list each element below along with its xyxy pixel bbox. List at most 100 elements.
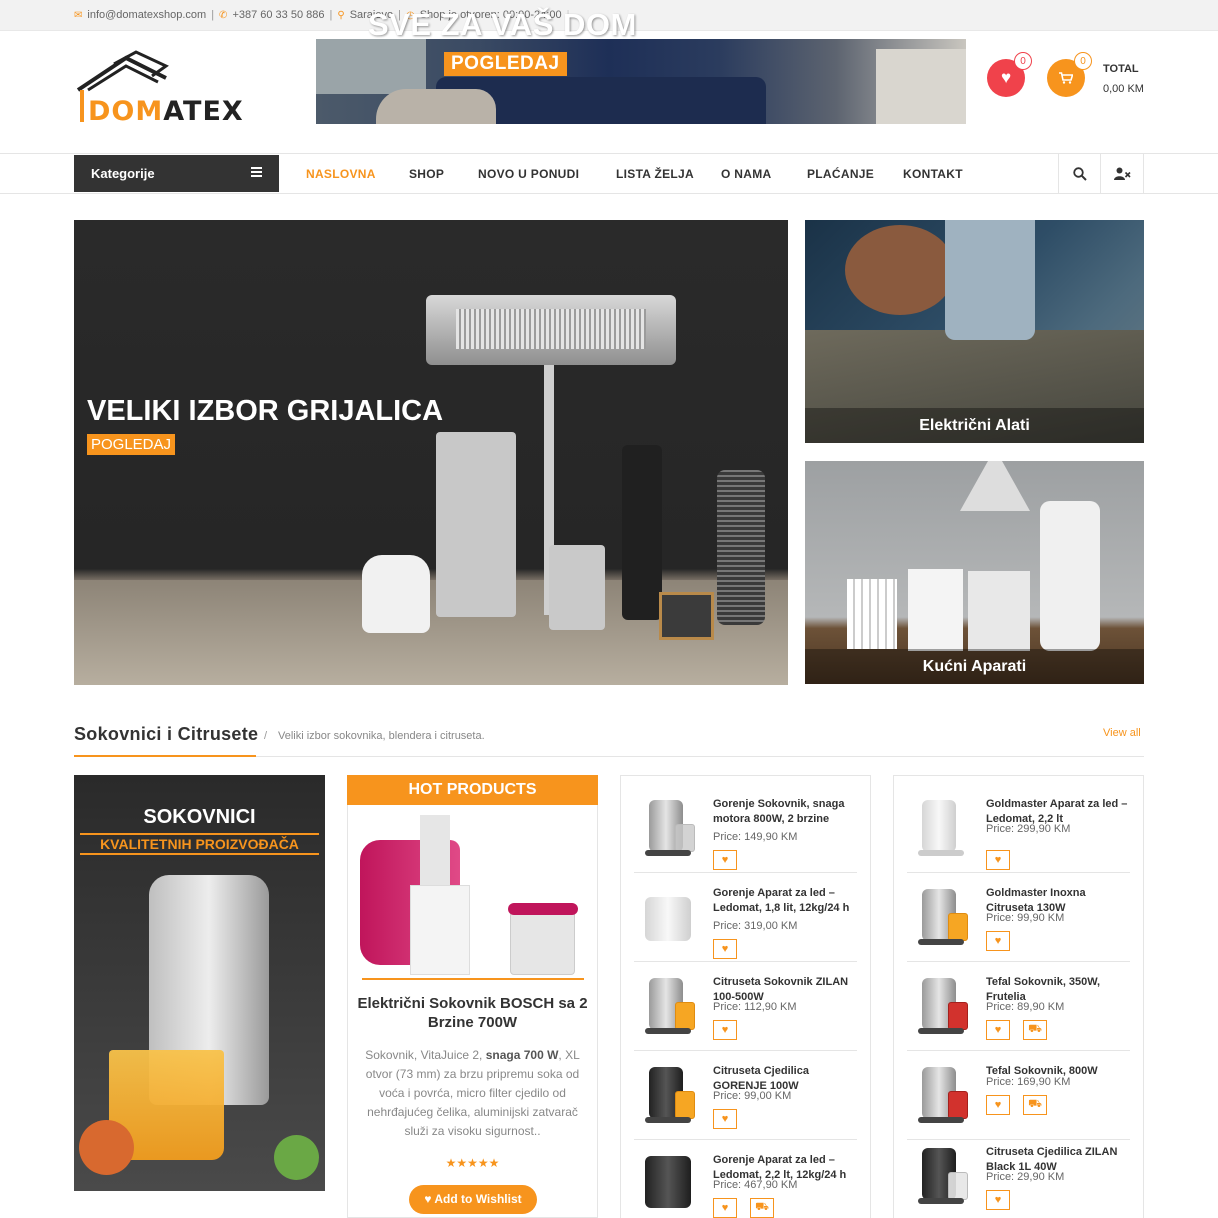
header-banner[interactable] — [316, 39, 966, 124]
banner-window — [316, 39, 426, 94]
wishlist-add-button[interactable]: ♥ — [713, 850, 737, 870]
hot-products-header: HOT PRODUCTS — [347, 775, 598, 805]
desc-bold: snaga 700 W — [485, 1048, 559, 1062]
section-divider-accent — [74, 755, 256, 757]
location-icon: ⚲ — [337, 9, 345, 21]
product-item[interactable]: Goldmaster Inoxna Citruseta 130W Price: … — [907, 873, 1130, 962]
banner-stove — [968, 571, 1030, 651]
cart-icon — [1059, 72, 1073, 84]
hero-heater-cylinder — [717, 470, 765, 625]
wishlist-add-button[interactable]: ♥ — [713, 1198, 737, 1218]
heart-icon: ♥ — [1000, 68, 1012, 87]
product-thumbnail[interactable] — [637, 794, 699, 864]
hero-slider[interactable] — [74, 220, 788, 685]
nav-item-shop[interactable]: SHOP — [409, 167, 444, 181]
banner-elektricni-alati[interactable]: Električni Alati — [805, 220, 1144, 443]
product-item[interactable]: Tefal Sokovnik, 800W Price: 169,90 KM ♥ … — [907, 1051, 1130, 1140]
banner-jigsaw — [945, 220, 1035, 340]
wishlist-add-button[interactable]: ♥ — [986, 850, 1010, 870]
wishlist-add-button[interactable]: ♥ — [986, 1095, 1010, 1115]
hot-product-image[interactable] — [360, 815, 586, 980]
product-thumbnail[interactable] — [637, 1150, 699, 1218]
banner-button[interactable]: POGLEDAJ — [444, 52, 567, 76]
product-name[interactable]: Gorenje Aparat za led – Ledomat, 1,8 lit… — [713, 886, 857, 916]
account-button[interactable] — [1100, 154, 1144, 193]
wishlist-count-badge: 0 — [1014, 52, 1032, 70]
section-subtitle: Veliki izbor sokovnika, blendera i citru… — [278, 730, 485, 742]
nav-item-placanje[interactable]: PLAĆANJE — [807, 167, 874, 181]
search-button[interactable] — [1058, 154, 1100, 193]
banner-title: SVE ZA VAŠ DOM — [368, 7, 637, 42]
add-to-wishlist-label: Add to Wishlist — [434, 1192, 522, 1206]
product-item[interactable]: Gorenje Aparat za led – Ledomat, 1,8 lit… — [634, 873, 857, 962]
wishlist-add-button[interactable]: ♥ — [986, 931, 1010, 951]
wishlist-add-button[interactable]: ♥ — [986, 1020, 1010, 1040]
add-to-cart-button[interactable]: ⛟ — [1023, 1095, 1047, 1115]
promo-title: SOKOVNICI — [143, 806, 256, 828]
product-thumbnail[interactable] — [910, 1142, 972, 1212]
banner-kucni-aparati[interactable]: Kućni Aparati — [805, 461, 1144, 684]
product-thumbnail[interactable] — [910, 794, 972, 864]
product-item[interactable]: Gorenje Sokovnik, snaga motora 800W, 2 b… — [634, 784, 857, 873]
juicer-cup — [510, 910, 575, 975]
rating-stars: ★★★★★ — [445, 1156, 500, 1170]
add-to-wishlist-button[interactable]: ♥ Add to Wishlist — [409, 1185, 537, 1214]
product-name[interactable]: Gorenje Sokovnik, snaga motora 800W, 2 b… — [713, 797, 857, 827]
product-item[interactable]: Tefal Sokovnik, 350W, Frutelia Price: 89… — [907, 962, 1130, 1051]
add-to-cart-button[interactable]: ⛟ — [1023, 1020, 1047, 1040]
nav-item-naslovna[interactable]: NASLOVNA — [306, 167, 376, 181]
wishlist-add-button[interactable]: ♥ — [986, 1190, 1010, 1210]
heart-icon: ♥ — [721, 1113, 729, 1125]
juicer-cup-lid — [508, 903, 578, 915]
heart-icon: ♥ — [994, 1024, 1002, 1036]
product-item[interactable]: Citruseta Cjedilica GORENJE 100W Price: … — [634, 1051, 857, 1140]
nav-item-novo-u-ponudi[interactable]: NOVO U PONUDI — [478, 167, 579, 181]
product-thumbnail[interactable] — [910, 972, 972, 1042]
wishlist-add-button[interactable]: ♥ — [713, 939, 737, 959]
product-thumbnail[interactable] — [637, 1061, 699, 1131]
banner-radiator — [847, 579, 897, 649]
product-thumbnail[interactable] — [637, 972, 699, 1042]
heart-icon: ♥ — [994, 935, 1002, 947]
product-item[interactable]: Gorenje Aparat za led – Ledomat, 2,2 lt,… — [634, 1140, 857, 1218]
product-thumbnail[interactable] — [910, 883, 972, 953]
product-price: Price: 112,90 KM — [713, 1001, 797, 1013]
nav-item-kontakt[interactable]: KONTAKT — [903, 167, 963, 181]
product-price: Price: 89,90 KM — [986, 1001, 1065, 1013]
hero-heater-tower — [436, 432, 516, 617]
contact-phone[interactable]: +387 60 33 50 886 — [232, 9, 324, 21]
nav-item-lista-zelja[interactable]: LISTA ŽELJA — [616, 167, 694, 181]
divider: | — [211, 9, 215, 21]
product-price: Price: 467,90 KM — [713, 1179, 798, 1191]
product-item[interactable]: Citruseta Cjedilica ZILAN Black 1L 40W P… — [907, 1132, 1130, 1218]
contact-email[interactable]: info@domatexshop.com — [87, 9, 206, 21]
promo-subtitle: KVALITETNIH PROIZVOĐAČA — [80, 833, 319, 855]
view-all-link[interactable]: View all — [1103, 727, 1141, 739]
juicer-front — [410, 885, 470, 975]
juicer-chute — [420, 815, 450, 895]
nav-item-o-nama[interactable]: O NAMA — [721, 167, 771, 181]
cart-count-badge: 0 — [1074, 52, 1092, 70]
product-thumbnail[interactable] — [637, 883, 699, 953]
cart-icon: ⛟ — [755, 1201, 769, 1213]
promo-apple — [274, 1135, 319, 1180]
hero-button[interactable]: POGLEDAJ — [87, 434, 176, 455]
logo-wordmark[interactable]: DOMATEX — [88, 96, 244, 127]
hero-small-heater — [659, 592, 714, 640]
wishlist-add-button[interactable]: ♥ — [713, 1020, 737, 1040]
categories-menu-button[interactable]: Kategorije — [74, 155, 279, 192]
wishlist-add-button[interactable]: ♥ — [713, 1109, 737, 1129]
heart-icon: ♥ — [994, 1099, 1002, 1111]
banner-fridge — [1040, 501, 1100, 651]
cart-total-value: 0,00 KM — [1103, 83, 1144, 95]
promo-fruit — [79, 1120, 134, 1175]
product-thumbnail[interactable] — [910, 1061, 972, 1131]
heart-icon: ♥ — [424, 1192, 432, 1206]
add-to-cart-button[interactable]: ⛟ — [750, 1198, 774, 1218]
banner-label: Kućni Aparati — [805, 649, 1144, 684]
cart-icon: ⛟ — [1028, 1098, 1042, 1110]
hero-fan-heater — [362, 555, 430, 633]
hot-product-name[interactable]: Električni Sokovnik BOSCH sa 2 Brzine 70… — [357, 994, 588, 1032]
product-item[interactable]: Goldmaster Aparat za led – Ledomat, 2,2 … — [907, 784, 1130, 873]
product-item[interactable]: Citruseta Sokovnik ZILAN 100-500W Price:… — [634, 962, 857, 1051]
